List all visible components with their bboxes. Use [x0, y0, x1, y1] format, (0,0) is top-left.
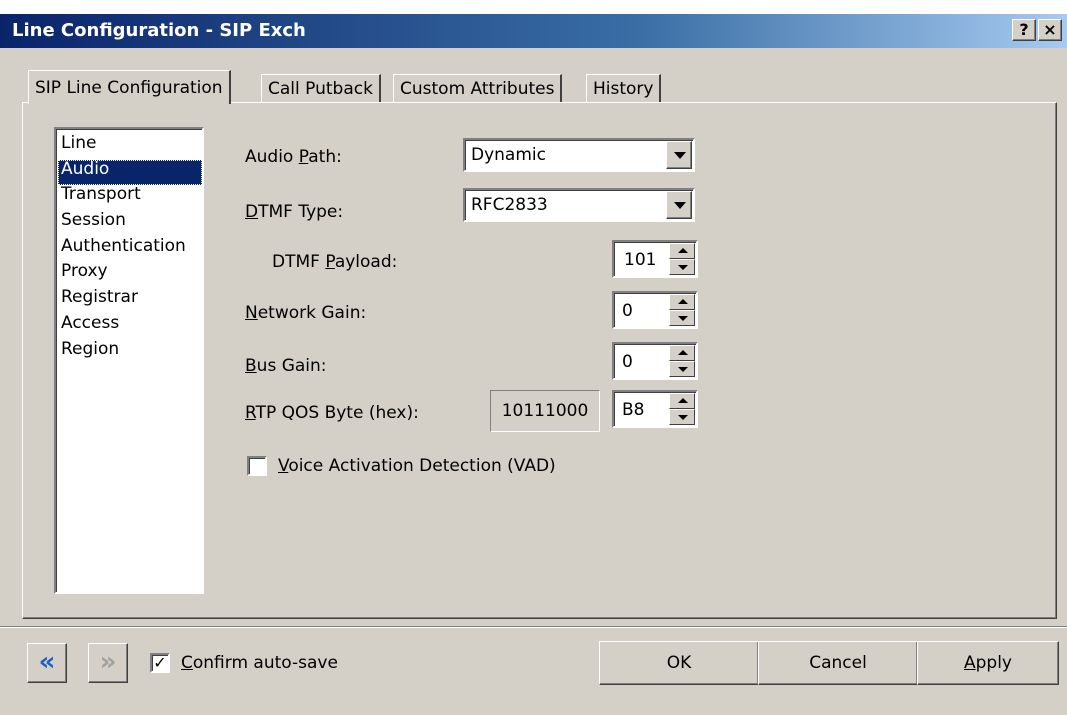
- next-button[interactable]: »: [88, 643, 128, 683]
- confirm-auto-save-checkbox[interactable]: ✓: [150, 653, 170, 673]
- dtmf-type-label: DTMF Type:: [245, 202, 343, 222]
- tab-history[interactable]: History: [586, 74, 662, 102]
- list-item-proxy[interactable]: Proxy: [58, 262, 202, 288]
- label-text: onfirm auto-save: [192, 653, 338, 673]
- spin-buttons: [669, 393, 695, 425]
- list-item-session[interactable]: Session: [58, 211, 202, 237]
- footer-divider: [0, 626, 1067, 628]
- rtp-qos-binary: 10111000: [490, 390, 600, 432]
- cancel-button[interactable]: Cancel: [758, 641, 918, 685]
- label-accel: C: [181, 653, 193, 673]
- dtmf-type-value: RFC2833: [471, 195, 548, 215]
- double-chevron-right-icon: »: [99, 647, 117, 677]
- section-list[interactable]: Line Audio Transport Session Authenticat…: [54, 127, 204, 594]
- tab-label: Call Putback: [268, 79, 373, 99]
- network-gain-value: 0: [622, 301, 633, 321]
- label-accel: P: [325, 252, 335, 272]
- spin-up-icon[interactable]: [669, 393, 695, 409]
- label-accel: R: [245, 403, 256, 423]
- spin-up-icon[interactable]: [669, 243, 695, 259]
- window-title: Line Configuration - SIP Exch: [12, 20, 306, 41]
- label-text: etwork Gain:: [257, 303, 367, 323]
- dtmf-payload-label: DTMF Payload:: [272, 252, 397, 272]
- tab-custom-attributes[interactable]: Custom Attributes: [393, 74, 563, 102]
- label-accel: N: [245, 303, 258, 323]
- title-bar[interactable]: Line Configuration - SIP Exch ? ×: [0, 14, 1067, 48]
- previous-button[interactable]: «: [27, 643, 67, 683]
- dtmf-payload-value: 101: [624, 250, 657, 270]
- label-accel: A: [963, 653, 976, 673]
- tab-label: History: [593, 79, 654, 99]
- list-item-line[interactable]: Line: [58, 134, 202, 160]
- tab-label: Custom Attributes: [400, 79, 555, 99]
- spin-down-icon[interactable]: [669, 361, 695, 377]
- dropdown-button[interactable]: [666, 191, 692, 219]
- label-text: DTMF: [272, 252, 326, 272]
- close-button[interactable]: ×: [1038, 19, 1062, 41]
- label-accel: D: [245, 202, 259, 222]
- double-chevron-left-icon: «: [38, 647, 56, 677]
- list-item-access[interactable]: Access: [58, 313, 202, 340]
- chevron-down-icon: [674, 202, 686, 209]
- rtp-qos-value: B8: [622, 400, 645, 420]
- confirm-auto-save-label[interactable]: Confirm auto-save: [181, 653, 338, 673]
- vad-label[interactable]: Voice Activation Detection (VAD): [278, 456, 556, 476]
- rtp-qos-stepper[interactable]: B8: [612, 390, 698, 428]
- audio-path-label: Audio Path:: [245, 147, 342, 167]
- tab-label: SIP Line Configuration: [35, 78, 223, 98]
- bus-gain-stepper[interactable]: 0: [612, 342, 698, 380]
- bus-gain-label: Bus Gain:: [245, 356, 327, 376]
- label-accel: B: [245, 356, 257, 376]
- spin-down-icon[interactable]: [669, 409, 695, 425]
- audio-path-select[interactable]: Dynamic: [463, 138, 695, 172]
- rtp-qos-label: RTP QOS Byte (hex):: [245, 403, 419, 423]
- audio-path-value: Dynamic: [471, 145, 546, 165]
- spin-up-icon[interactable]: [669, 345, 695, 361]
- help-button[interactable]: ?: [1012, 19, 1036, 41]
- dropdown-button[interactable]: [666, 141, 692, 169]
- label-text: oice Activation Detection (VAD): [288, 456, 556, 476]
- dtmf-payload-stepper[interactable]: 101: [612, 240, 698, 278]
- label-text: us Gain:: [256, 356, 327, 376]
- label-text: TMF Type:: [258, 202, 344, 222]
- chevron-down-icon: [674, 152, 686, 159]
- ok-button[interactable]: OK: [599, 641, 759, 685]
- label-text: ath:: [308, 147, 342, 167]
- list-item-audio[interactable]: Audio: [58, 159, 202, 186]
- label-text: TP QOS Byte (hex):: [255, 403, 419, 423]
- vad-checkbox[interactable]: [247, 456, 267, 476]
- network-gain-label: Network Gain:: [245, 303, 366, 323]
- spin-buttons: [669, 345, 695, 377]
- label-text: pply: [975, 653, 1012, 673]
- apply-button[interactable]: Apply: [917, 641, 1059, 685]
- spin-down-icon[interactable]: [669, 310, 695, 326]
- spin-buttons: [669, 243, 695, 275]
- tab-call-putback[interactable]: Call Putback: [261, 74, 381, 102]
- list-item-transport[interactable]: Transport: [58, 185, 202, 211]
- dtmf-type-select[interactable]: RFC2833: [463, 188, 695, 222]
- bus-gain-value: 0: [622, 352, 633, 372]
- desktop-strip: [0, 0, 1067, 14]
- spin-down-icon[interactable]: [669, 259, 695, 275]
- label-accel: P: [298, 147, 309, 167]
- spin-buttons: [669, 294, 695, 326]
- list-item-region[interactable]: Region: [58, 339, 202, 366]
- label-accel: V: [278, 456, 289, 476]
- tab-sip-line-configuration[interactable]: SIP Line Configuration: [28, 70, 231, 104]
- label-text: ayload:: [334, 252, 398, 272]
- network-gain-stepper[interactable]: 0: [612, 291, 698, 329]
- list-item-registrar[interactable]: Registrar: [58, 288, 202, 314]
- list-item-authentication[interactable]: Authentication: [58, 236, 202, 263]
- label-text: Audio: [245, 147, 299, 167]
- check-icon: ✓: [153, 653, 167, 672]
- spin-up-icon[interactable]: [669, 294, 695, 310]
